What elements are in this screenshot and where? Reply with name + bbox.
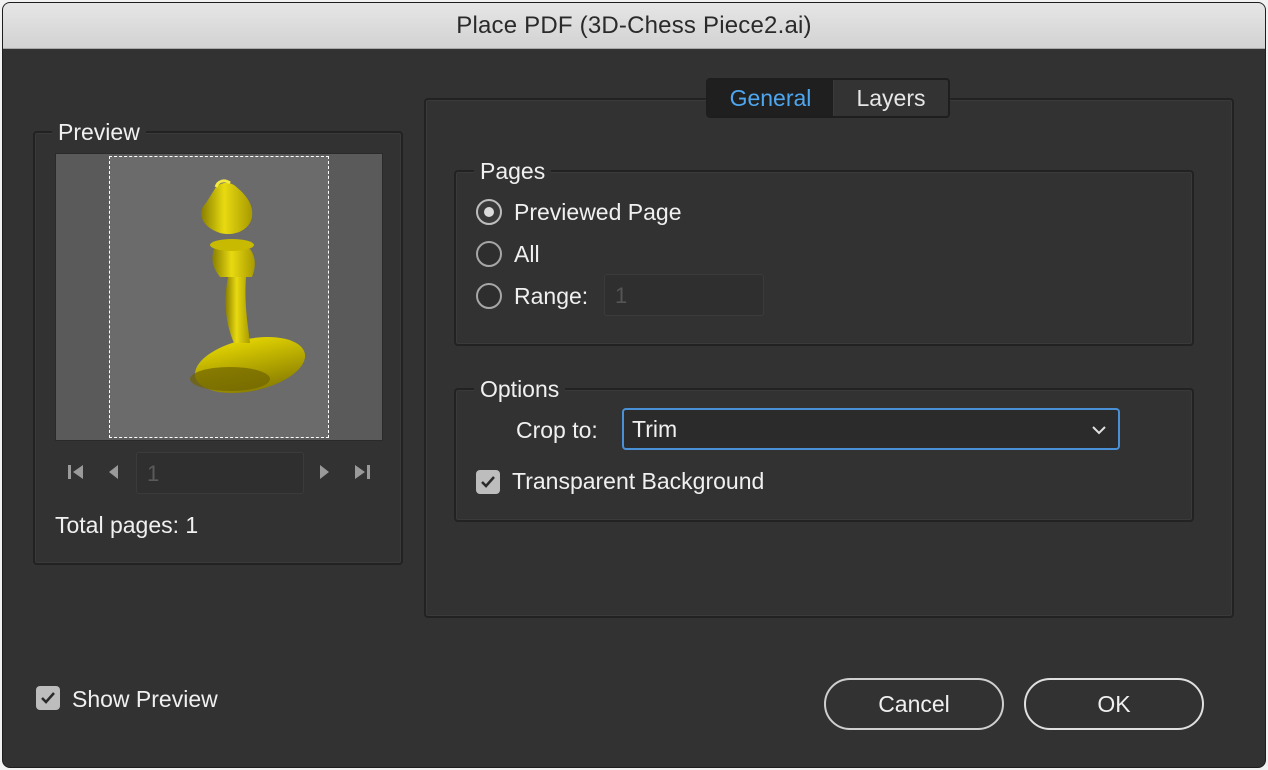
chevron-down-icon <box>1092 426 1106 435</box>
radio-label: All <box>514 240 540 267</box>
show-preview-label: Show Preview <box>72 686 218 712</box>
radio-range[interactable]: Range: <box>476 281 588 311</box>
first-page-icon[interactable] <box>64 460 90 486</box>
tab-general[interactable]: General <box>708 80 834 116</box>
transparent-background-checkbox[interactable] <box>476 470 500 494</box>
radio-button[interactable] <box>476 283 502 309</box>
last-page-icon[interactable] <box>350 460 376 486</box>
radio-previewed-page[interactable]: Previewed Page <box>476 197 682 227</box>
previous-page-icon[interactable] <box>102 460 128 486</box>
next-page-icon[interactable] <box>312 460 338 486</box>
page-number-field[interactable]: 1 <box>136 452 304 494</box>
crop-to-select[interactable]: Trim <box>622 408 1120 450</box>
crop-to-value: Trim <box>632 415 678 442</box>
cancel-button[interactable]: Cancel <box>824 678 1004 730</box>
ok-button[interactable]: OK <box>1024 678 1204 730</box>
title-bar: Place PDF (3D-Chess Piece2.ai) <box>3 3 1265 49</box>
radio-label: Range: <box>514 282 589 309</box>
total-pages-label: Total pages: 1 <box>55 512 199 538</box>
radio-button[interactable] <box>476 241 502 267</box>
show-preview-checkbox[interactable] <box>36 686 60 710</box>
options-legend: Options <box>474 376 566 402</box>
crop-to-label: Crop to: <box>516 417 598 443</box>
checkmark-icon <box>41 692 55 704</box>
preview-canvas <box>55 153 383 441</box>
dialog-title: Place PDF (3D-Chess Piece2.ai) <box>456 11 812 39</box>
radio-all[interactable]: All <box>476 239 540 269</box>
range-field[interactable]: 1 <box>604 274 764 316</box>
page-frame <box>109 156 329 438</box>
pages-legend: Pages <box>474 158 552 184</box>
tab-bar: General Layers <box>706 78 950 118</box>
preview-legend: Preview <box>52 119 146 145</box>
transparent-background-label: Transparent Background <box>512 468 765 494</box>
tab-layers[interactable]: Layers <box>834 80 948 116</box>
radio-label: Previewed Page <box>514 198 682 225</box>
chess-piece-image <box>190 179 306 393</box>
checkmark-icon <box>481 476 495 488</box>
radio-button[interactable] <box>476 199 502 225</box>
